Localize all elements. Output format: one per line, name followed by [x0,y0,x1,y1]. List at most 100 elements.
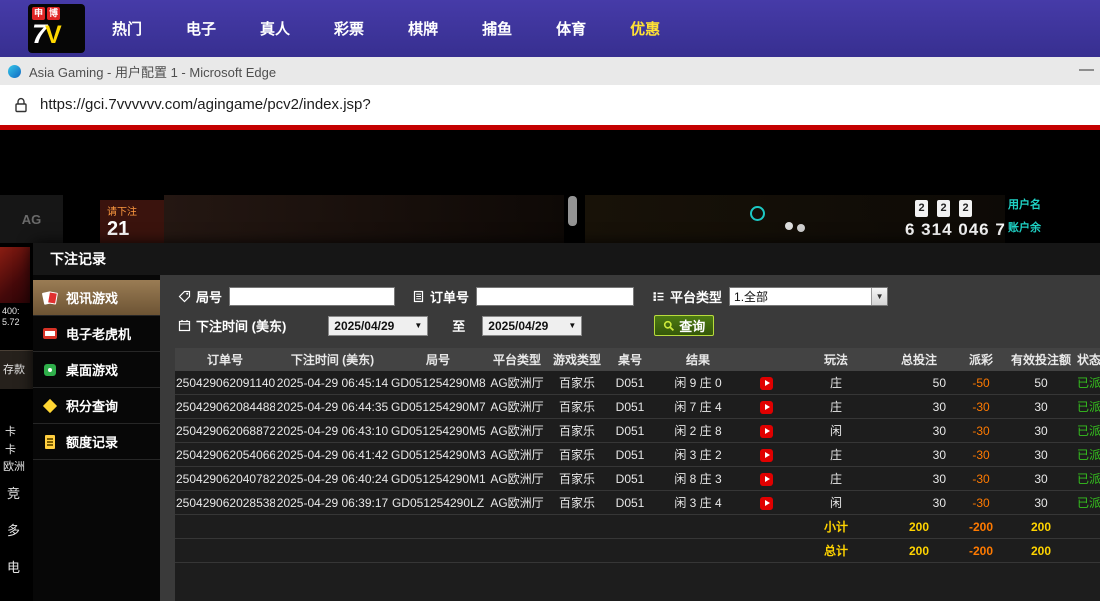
replay-cell [742,443,790,467]
col-header [742,348,790,371]
round-input[interactable] [229,287,395,306]
replay-button[interactable] [760,425,773,438]
minimize-button[interactable]: — [1079,61,1094,78]
nav-item-promo[interactable]: 优惠 [630,18,660,39]
chevron-down-icon: ▼ [871,288,887,305]
query-button[interactable]: 查询 [654,315,714,336]
page-stage: AG 请下注 21 2 2 2 6 314 046 7 用户名 账户余 400:… [0,130,1100,601]
table-row: 2504290620688722025-04-29 06:43:10GD0512… [175,419,1100,443]
replay-cell [742,395,790,419]
platform-type-label: 平台类型 [652,287,722,306]
cell-side: 庄 [790,443,882,467]
cell-round-id: GD051254290M1 [390,467,486,491]
nav-item-lottery[interactable]: 彩票 [334,18,364,39]
top-nav: 申 博 7 V 热门 电子 真人 彩票 棋牌 捕鱼 体育 优惠 [0,0,1100,57]
diamond-icon [42,398,59,414]
left-fragment: 5.72 [2,317,20,327]
cell-table-id: D051 [606,395,654,419]
menu-item-video-games[interactable]: 视讯游戏 [33,280,160,316]
menu-item-table-games[interactable]: 桌面游戏 [33,352,160,388]
replay-button[interactable] [760,497,773,510]
nav-item-chess[interactable]: 棋牌 [408,18,438,39]
url-bar[interactable]: https://gci.7vvvvvv.com/agingame/pcv2/in… [0,85,1100,125]
nav-item-fishing[interactable]: 捕鱼 [482,18,512,39]
replay-cell [742,419,790,443]
to-label: 至 [452,316,465,335]
replay-button[interactable] [760,401,773,414]
menu-item-points-query[interactable]: 积分查询 [33,388,160,424]
col-header: 状态 [1076,348,1100,371]
replay-cell [742,371,790,395]
col-header: 平台类型 [486,348,548,371]
cell-bet-time: 2025-04-29 06:44:35 [275,395,390,419]
edge-favicon [8,65,21,78]
menu-item-label: 额度记录 [66,432,118,451]
panel-main: 局号 订单号 [160,275,1100,601]
cell-valid-bet: 30 [1006,419,1076,443]
order-input[interactable] [476,287,634,306]
cell-order-id: 250429062054066 [175,443,275,467]
cell-game-type: 百家乐 [548,395,606,419]
replay-button[interactable] [760,377,773,390]
cell-payout: -30 [956,491,1006,515]
left-fragment: 卡 [5,441,16,457]
slot-machine-icon [42,326,59,342]
nav-item-slots[interactable]: 电子 [186,18,216,39]
table-row: 2504290620285382025-04-29 06:39:17GD0512… [175,491,1100,515]
menu-item-credit-records[interactable]: 额度记录 [33,424,160,460]
account-info-fragment: 用户名 账户余 [1008,196,1041,242]
nav-item-hot[interactable]: 热门 [112,18,142,39]
username-label: 用户名 [1008,196,1041,212]
browser-title-bar: Asia Gaming - 用户配置 1 - Microsoft Edge — [0,57,1100,85]
header-row: 订单号 下注时间 (美东) 局号 平台类型 游戏类型 桌号 结果 玩法 总投注 [175,348,1100,371]
total-label: 总计 [790,539,882,563]
cell-status: 已派彩 [1076,467,1100,491]
col-header: 玩法 [790,348,882,371]
round-label: 局号 [178,287,222,306]
url-text[interactable]: https://gci.7vvvvvv.com/agingame/pcv2/in… [40,85,371,125]
nav-item-live[interactable]: 真人 [260,18,290,39]
nav-item-sports[interactable]: 体育 [556,18,586,39]
dice-icon [42,362,59,378]
scrollbar-fragment[interactable] [568,196,577,226]
cell-result: 闲 9 庄 0 [654,371,742,395]
cell-side: 庄 [790,395,882,419]
cell-round-id: GD051254290M7 [390,395,486,419]
cell-valid-bet: 30 [1006,467,1076,491]
cell-game-type: 百家乐 [548,443,606,467]
menu-item-label: 电子老虎机 [66,324,131,343]
cell-round-id: GD051254290M5 [390,419,486,443]
date-from-picker[interactable]: 2025/04/29 ▼ [328,316,428,336]
refresh-ring-icon [750,206,765,221]
bet-countdown-fragment: 请下注 21 [100,200,164,243]
left-fragment: 电 [7,557,20,576]
subtotal-bet: 200 [882,515,956,539]
cell-platform: AG欧洲厅 [486,395,548,419]
bet-prompt: 请下注 [100,200,164,218]
lock-icon [14,97,28,118]
chevron-down-icon: ▼ [414,321,422,330]
cell-table-id: D051 [606,371,654,395]
col-header: 总投注 [882,348,956,371]
platform-select[interactable]: 1.全部 ▼ [729,287,888,306]
menu-item-label: 桌面游戏 [66,360,118,379]
site-logo[interactable]: 申 博 7 V [28,4,85,53]
cell-bet-time: 2025-04-29 06:41:42 [275,443,390,467]
left-fragment: 多 [7,520,20,539]
cell-payout: -30 [956,395,1006,419]
logo-cn-char: 博 [47,7,60,20]
cell-order-id: 250429062040782 [175,467,275,491]
cell-payout: -30 [956,419,1006,443]
cell-status: 已派彩 [1076,491,1100,515]
calendar-icon [178,319,191,332]
cell-order-id: 250429062091140 [175,371,275,395]
menu-item-slot-machines[interactable]: 电子老虎机 [33,316,160,352]
replay-button[interactable] [760,473,773,486]
cell-total-bet: 30 [882,419,956,443]
cell-round-id: GD051254290M8 [390,371,486,395]
replay-button[interactable] [760,449,773,462]
bet-time-label: 下注时间 (美东) [178,316,286,335]
date-to-picker[interactable]: 2025/04/29 ▼ [482,316,582,336]
table-row: 2504290620540662025-04-29 06:41:42GD0512… [175,443,1100,467]
cell-game-type: 百家乐 [548,419,606,443]
